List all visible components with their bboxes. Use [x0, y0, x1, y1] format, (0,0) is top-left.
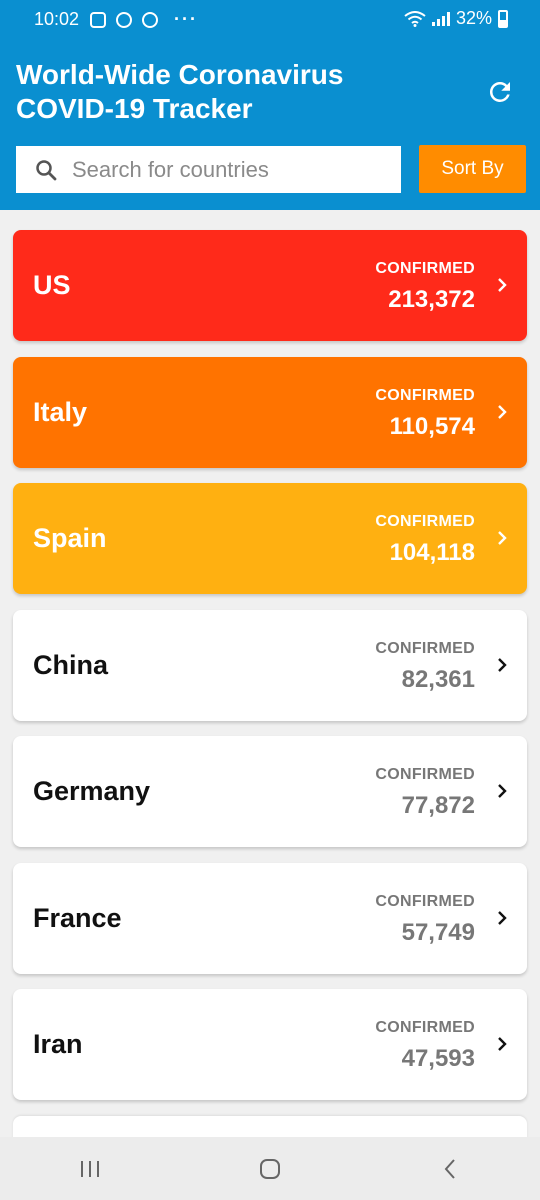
status-right: 32%: [404, 8, 508, 29]
refresh-icon: [489, 81, 510, 102]
confirmed-label: CONFIRMED: [375, 260, 475, 277]
country-card-us[interactable]: US CONFIRMED 213,372: [13, 230, 527, 341]
app-header: World-Wide Coronavirus COVID-19 Tracker …: [0, 38, 540, 210]
recents-icon: [81, 1160, 99, 1177]
chevron-right-icon: [498, 657, 507, 672]
back-icon: [444, 1158, 455, 1179]
search-input[interactable]: [72, 156, 372, 183]
wifi-icon: [404, 10, 426, 27]
confirmed-count: 213,372: [388, 286, 475, 313]
country-name: Italy: [33, 396, 88, 427]
country-name: Iran: [33, 1029, 83, 1059]
country-card-china[interactable]: China CONFIRMED 82,361: [13, 609, 527, 721]
confirmed-label: CONFIRMED: [375, 766, 475, 783]
back-button[interactable]: [360, 1137, 540, 1200]
chevron-right-icon: [498, 531, 507, 545]
country-name: France: [33, 902, 122, 933]
confirmed-label: CONFIRMED: [375, 639, 475, 657]
signal-icon: [431, 11, 450, 26]
status-bar: 10:02 ··· 32%: [0, 0, 540, 38]
country-name: US: [33, 270, 71, 300]
confirmed-count: 104,118: [389, 539, 475, 566]
confirmed-count: 110,574: [389, 412, 475, 440]
confirmed-label: CONFIRMED: [375, 513, 475, 530]
whatsapp-icon: [142, 11, 158, 28]
confirmed-count: 77,872: [401, 792, 475, 819]
country-card-partial[interactable]: [13, 1115, 527, 1140]
sort-by-button[interactable]: Sort By: [419, 145, 526, 193]
chevron-right-icon: [498, 910, 507, 925]
home-button[interactable]: [180, 1137, 360, 1200]
chevron-right-icon: [498, 404, 507, 419]
home-icon: [260, 1158, 280, 1179]
confirmed-count: 57,749: [401, 918, 475, 946]
country-name: China: [33, 649, 109, 680]
country-card-germany[interactable]: Germany CONFIRMED 77,872: [13, 736, 527, 847]
refresh-button[interactable]: [482, 74, 518, 110]
confirmed-label: CONFIRMED: [375, 892, 475, 910]
system-nav-bar: [0, 1137, 540, 1200]
page-title: World-Wide Coronavirus COVID-19 Tracker: [16, 58, 436, 126]
instagram-icon: [90, 11, 106, 28]
search-icon: [36, 159, 57, 180]
country-card-france[interactable]: France CONFIRMED 57,749: [13, 862, 527, 974]
chevron-right-icon: [498, 784, 507, 798]
battery-icon: [498, 9, 508, 28]
recents-button[interactable]: [0, 1137, 180, 1200]
more-notifications-icon: ···: [174, 9, 198, 29]
country-card-italy[interactable]: Italy CONFIRMED 110,574: [13, 356, 527, 468]
battery-percent: 32%: [455, 8, 492, 28]
confirmed-count: 82,361: [401, 665, 475, 693]
confirmed-label: CONFIRMED: [375, 1019, 475, 1036]
chevron-right-icon: [498, 278, 507, 292]
search-box[interactable]: [16, 146, 401, 193]
hand-icon: [116, 11, 132, 28]
country-name: Germany: [33, 776, 151, 806]
title-line-2: COVID-19 Tracker: [16, 93, 253, 124]
country-card-iran[interactable]: Iran CONFIRMED 47,593: [13, 989, 527, 1100]
country-list[interactable]: US CONFIRMED 213,372 Italy CONFIRMED 110…: [13, 230, 527, 1155]
confirmed-label: CONFIRMED: [375, 386, 475, 404]
status-time: 10:02: [34, 9, 80, 29]
chevron-right-icon: [498, 1037, 507, 1051]
country-name: Spain: [33, 523, 107, 553]
notification-icons: ···: [90, 9, 198, 30]
country-card-spain[interactable]: Spain CONFIRMED 104,118: [13, 483, 527, 594]
title-line-1: World-Wide Coronavirus: [16, 59, 344, 90]
confirmed-count: 47,593: [401, 1045, 475, 1072]
